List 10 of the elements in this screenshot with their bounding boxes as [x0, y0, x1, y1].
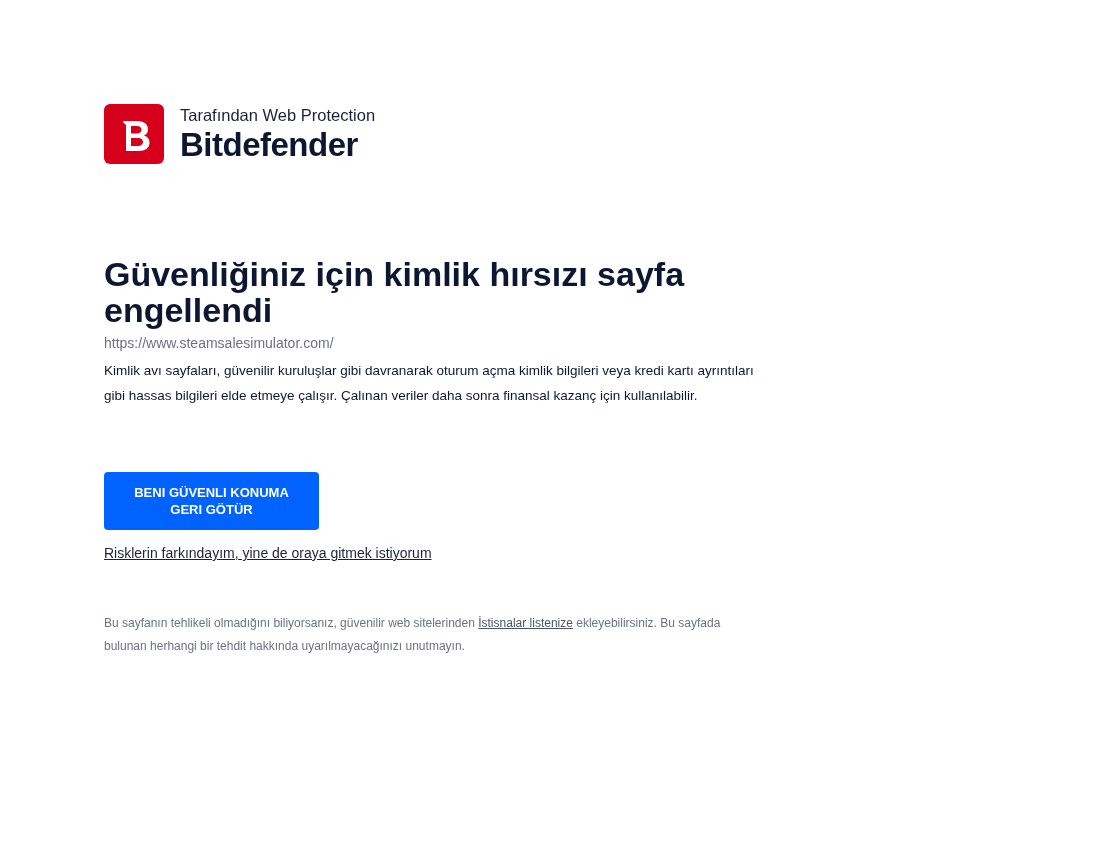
- page-title: Güvenliğiniz için kimlik hırsızı sayfa engellendi: [104, 256, 686, 328]
- logo-icon: [104, 104, 164, 164]
- brand-name: Bitdefender: [180, 126, 359, 164]
- back-to-safety-button[interactable]: BENI GÜVENLI KONUMA GERI GÖTÜR: [104, 472, 319, 530]
- brand-subtitle: Tarafından Web Protection: [180, 105, 376, 126]
- proceed-anyway-link[interactable]: Risklerin farkındayım, yine de oraya gitmek istiyorum: [104, 545, 432, 561]
- blocked-url: https://www.steamsalesimulator.com/: [104, 334, 335, 352]
- exceptions-list-link[interactable]: İstisnalar listenize: [478, 616, 573, 630]
- exceptions-note: Bu sayfanın tehlikeli olmadığını biliyorsanız, güvenilir web sitelerinden İstisnalar listenize ekleyebilirsiniz. Bu sayfada bulunan herhangi bir tehdit hakkında uyarılmayacağınızı unutmayın.: [104, 615, 722, 655]
- description-text: Kimlik avı sayfaları, güvenilir kuruluşlar gibi davranarak oturum açma kimlik bilgileri veya kredi kartı ayrıntıları gibi hassas bilgileri elde etmeye çalışır. Çalınan veriler daha sonra finansal kazanç için kullanılabilir.: [104, 362, 755, 405]
